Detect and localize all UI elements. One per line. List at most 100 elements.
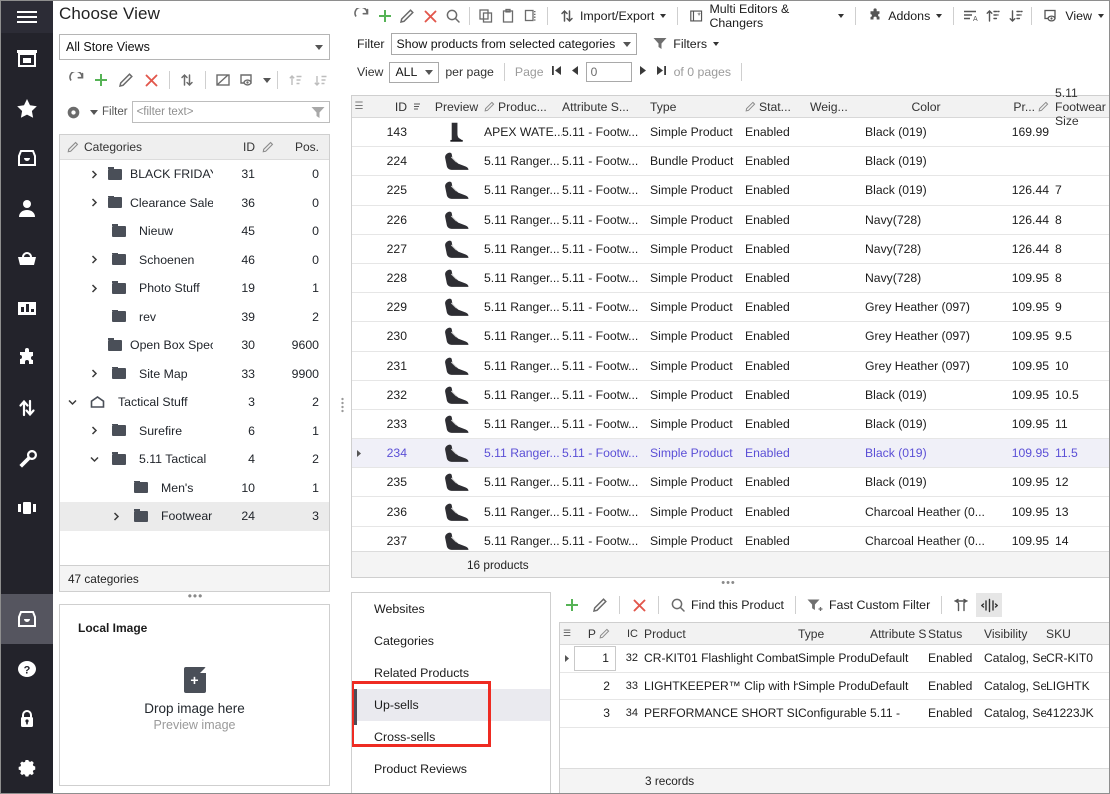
table-row[interactable]: 1 32 CR-KIT01 Flashlight Combat Simple Prod…: [560, 645, 1110, 673]
filter-settings-gear-icon[interactable]: [61, 100, 86, 124]
user-icon[interactable]: [0, 183, 53, 233]
find-this-product-button[interactable]: Find this Product: [665, 593, 789, 618]
chevron-down-icon[interactable]: [263, 77, 272, 83]
col-price[interactable]: Pr...: [987, 100, 1049, 114]
duplicate-icon[interactable]: [520, 4, 542, 28]
tab-categories[interactable]: Categories: [352, 625, 550, 657]
wrench-icon[interactable]: [0, 433, 53, 483]
sidebar-item-inbox-active[interactable]: [0, 594, 53, 644]
refresh-button[interactable]: [65, 68, 88, 92]
col-type[interactable]: Type: [650, 100, 745, 114]
tab-custom-options[interactable]: Custom Options: [352, 785, 550, 793]
tab-cross-sells[interactable]: Cross-sells: [352, 721, 550, 753]
chevron-right-icon[interactable]: [88, 284, 100, 293]
tree-row[interactable]: rev 39 2: [60, 303, 329, 332]
refresh-button[interactable]: [351, 4, 373, 28]
tab-related-products[interactable]: Related Products: [352, 657, 550, 689]
gear-icon[interactable]: [0, 744, 53, 794]
last-page-button[interactable]: [655, 64, 668, 80]
col-status[interactable]: Stat...: [745, 100, 810, 114]
table-row[interactable]: 232 5.11 Ranger... 5.11 - Footw... Simple P…: [352, 381, 1110, 410]
table-row[interactable]: 225 5.11 Ranger... 5.11 - Footw... Simple P…: [352, 176, 1110, 206]
col-related-product[interactable]: Product: [638, 627, 798, 641]
table-row[interactable]: 231 5.11 Ranger... 5.11 - Footw... Simple P…: [352, 352, 1110, 381]
search-icon[interactable]: [442, 4, 464, 28]
image-button[interactable]: [211, 68, 234, 92]
tree-row[interactable]: Tactical Stuff 3 2: [60, 388, 329, 417]
first-page-button[interactable]: [550, 64, 563, 80]
chevron-right-icon[interactable]: [110, 512, 122, 521]
col-related-price[interactable]: Price: [1100, 627, 1110, 641]
puzzle-icon[interactable]: [0, 333, 53, 383]
chevron-right-icon[interactable]: [88, 426, 100, 435]
delete-product-button[interactable]: [419, 4, 441, 28]
tree-row[interactable]: 5.11 Tactical 4 2: [60, 445, 329, 474]
tabs-scrollbar[interactable]: [352, 689, 357, 725]
product-tabs-body[interactable]: Websites Categories Related Products Up-sel…: [352, 593, 550, 793]
delete-related-button[interactable]: [626, 593, 652, 617]
table-row[interactable]: 228 5.11 Ranger... 5.11 - Footw... Simple P…: [352, 264, 1110, 294]
per-page-select[interactable]: ALL: [389, 61, 440, 83]
edit-product-button[interactable]: [397, 4, 419, 28]
col-related-sku[interactable]: SKU: [1046, 627, 1100, 641]
col-color[interactable]: Color: [865, 100, 987, 114]
tab-up-sells[interactable]: Up-sells: [352, 689, 550, 721]
chevron-down-icon[interactable]: [88, 456, 100, 463]
chevron-right-icon[interactable]: [88, 255, 100, 264]
col-weight[interactable]: Weig...: [810, 100, 865, 114]
add-category-button[interactable]: [90, 68, 113, 92]
vertical-splitter[interactable]: [338, 0, 347, 794]
col-related-visibility[interactable]: Visibility: [984, 627, 1046, 641]
chevron-right-icon[interactable]: [88, 369, 100, 378]
product-tabs-list[interactable]: Websites Categories Related Products Up-sel…: [351, 592, 551, 794]
col-related-attribute-set[interactable]: Attribute S: [870, 627, 928, 641]
table-row[interactable]: 235 5.11 Ranger... 5.11 - Footw... Simple P…: [352, 468, 1110, 498]
import-export-menu[interactable]: Import/Export: [553, 4, 672, 29]
products-grid-body[interactable]: 143 APEX WATE... 5.11 - Footw... Simple Pro…: [352, 118, 1110, 551]
table-row[interactable]: 234 5.11 Ranger... 5.11 - Footw... Simple P…: [352, 439, 1110, 469]
related-grid-body[interactable]: 1 32 CR-KIT01 Flashlight Combat Simple Prod…: [560, 645, 1110, 728]
col-attribute-set[interactable]: Attribute S...: [562, 100, 650, 114]
clipboard-icon[interactable]: [498, 4, 520, 28]
sync-arrows-icon[interactable]: [0, 383, 53, 433]
tree-body[interactable]: BLACK FRIDAY ...310Clearance Sale360Nieu…: [60, 160, 329, 565]
tree-row[interactable]: Footwear 24 3: [60, 502, 329, 531]
next-page-button[interactable]: [638, 64, 649, 80]
layout-icon[interactable]: [0, 483, 53, 533]
tree-row[interactable]: Site Map 33 9900: [60, 360, 329, 389]
grid-menu-icon[interactable]: ☰: [352, 101, 366, 112]
help-icon[interactable]: ?: [0, 644, 53, 694]
chevron-right-icon[interactable]: [88, 198, 100, 207]
tab-product-reviews[interactable]: Product Reviews: [352, 753, 550, 785]
copy-icon[interactable]: [475, 4, 497, 28]
table-row[interactable]: 2 33 LIGHTKEEPER™ Clip with heavySimple Pr…: [560, 673, 1110, 700]
category-filter-input[interactable]: <filter text>: [131, 101, 330, 123]
col-related-id[interactable]: IC: [616, 628, 638, 640]
tree-row[interactable]: Clearance Sale 36 0: [60, 189, 329, 218]
table-row[interactable]: 3 34 PERFORMANCE SHORT SLEEVEConfigurable …: [560, 700, 1110, 728]
col-product[interactable]: Produc...: [484, 100, 562, 114]
filters-menu[interactable]: Filters: [643, 37, 720, 51]
category-scope-select[interactable]: Show products from selected categories: [390, 33, 638, 55]
table-row[interactable]: 224 5.11 Ranger... 5.11 - Footw... Bundle P…: [352, 147, 1110, 177]
col-id[interactable]: ID: [366, 100, 413, 114]
table-row[interactable]: 226 5.11 Ranger... 5.11 - Footw... Simple P…: [352, 206, 1110, 235]
add-product-button[interactable]: [374, 4, 396, 28]
table-row[interactable]: 227 5.11 Ranger... 5.11 - Footw... Simple P…: [352, 235, 1110, 264]
multi-editors-menu[interactable]: * Multi Editors & Changers: [683, 2, 850, 30]
expand-all-button[interactable]: [284, 68, 307, 92]
table-row[interactable]: 143 APEX WATE... 5.11 - Footw... Simple Pro…: [352, 118, 1110, 148]
lock-icon[interactable]: [0, 694, 53, 744]
chevron-down-icon[interactable]: [90, 109, 98, 115]
bar-chart-icon[interactable]: [0, 283, 53, 333]
col-related-status[interactable]: Status: [928, 627, 984, 641]
table-row[interactable]: 230 5.11 Ranger... 5.11 - Footw... Simple P…: [352, 322, 1110, 352]
grid-menu-icon[interactable]: ☰: [560, 628, 574, 639]
table-row[interactable]: 236 5.11 Ranger... 5.11 - Footw... Simple P…: [352, 497, 1110, 527]
tab-websites[interactable]: Websites: [352, 593, 550, 625]
sort-ascending-icon[interactable]: [982, 4, 1004, 28]
tree-row[interactable]: Men's 10 1: [60, 474, 329, 503]
chevron-right-icon[interactable]: [88, 170, 100, 179]
store-icon[interactable]: [0, 33, 53, 83]
tree-row[interactable]: Schoenen 46 0: [60, 246, 329, 275]
